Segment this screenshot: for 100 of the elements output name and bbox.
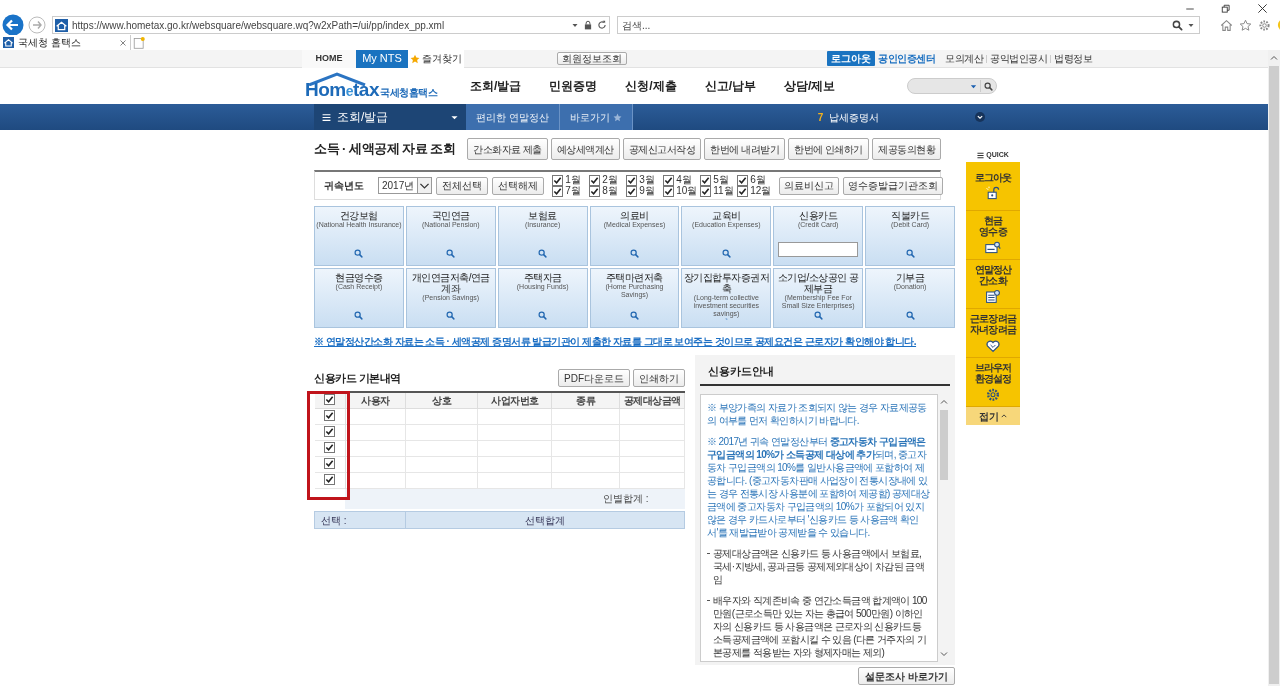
select-value[interactable]: 2017년: [379, 178, 418, 193]
month-checkbox[interactable]: [589, 185, 601, 197]
month-label: 2월: [602, 175, 618, 185]
month-checkbox[interactable]: [700, 174, 712, 186]
site-search-field[interactable]: [907, 78, 998, 94]
button[interactable]: 한번에 내려받기: [704, 138, 786, 160]
padlock-icon: [985, 184, 1001, 201]
button[interactable]: 인쇄하기: [633, 369, 685, 387]
month-checkbox[interactable]: [700, 185, 712, 197]
page-title: 소득 · 세액공제 자료 조회: [314, 140, 456, 159]
month-checkbox[interactable]: [552, 174, 564, 186]
year-select[interactable]: 2017년: [378, 177, 433, 194]
row-checkbox[interactable]: [324, 474, 336, 485]
collapse-button[interactable]: 접기: [966, 407, 1020, 425]
logo-name: 국세청홈택스: [380, 86, 437, 100]
button[interactable]: 전체선택: [436, 176, 489, 195]
row-checkbox[interactable]: [324, 410, 336, 421]
filter-label: 귀속년도: [324, 179, 364, 193]
month-checkbox[interactable]: [737, 174, 749, 186]
chevron-down-icon: [940, 649, 948, 658]
scroll-thumb[interactable]: [1269, 66, 1279, 684]
address-bar[interactable]: https://www.hometax.go.kr/websquare/websquare.wq?w2xPath=/ui/pp/index_pp.xml: [52, 16, 610, 34]
row-checkbox[interactable]: [324, 442, 336, 453]
top-link[interactable]: 모의계산: [945, 51, 983, 66]
button[interactable]: 간소화자료 제출: [467, 138, 548, 160]
button[interactable]: PDF다운로드: [558, 369, 630, 387]
tile-title: 직불카드: [891, 210, 930, 221]
close-icon[interactable]: [1257, 3, 1268, 14]
month-checkbox[interactable]: [663, 185, 675, 197]
quick-link[interactable]: 로그아웃: [966, 162, 1020, 211]
main-menu-item[interactable]: 조회/발급: [470, 77, 522, 95]
main-menu-item[interactable]: 상담/제보: [784, 77, 836, 95]
notice-link[interactable]: ※ 연말정산간소화 자료는 소득 · 세액공제 증명서류 발급기관이 제출한 자료를 그대로 보여주는 것이므로 공제요건은 근로자가 확인해야 합니다.: [314, 334, 955, 349]
row-checkbox[interactable]: [324, 458, 336, 469]
column-header: 사업자번호: [477, 392, 552, 409]
receipt-icon: [985, 239, 1001, 255]
button[interactable]: 선택해제: [492, 176, 545, 195]
button[interactable]: 의료비신고: [779, 176, 840, 195]
month-checkbox[interactable]: [626, 185, 638, 197]
chevron-down-icon: [417, 178, 432, 193]
search-field[interactable]: 검색...: [617, 16, 1200, 34]
button[interactable]: 회원정보조회: [557, 52, 627, 65]
tile-title: 소기업/소상공인 공제부금: [776, 272, 860, 294]
tile-title: 교육비: [712, 210, 741, 221]
caret-icon: [451, 113, 458, 121]
scroll-thumb[interactable]: [940, 409, 948, 480]
refresh-icon[interactable]: [597, 20, 607, 30]
month-label: 5월: [713, 175, 729, 185]
chevron-down-button[interactable]: [975, 112, 986, 122]
menu-dropdown[interactable]: 조회/발급: [314, 104, 466, 130]
button[interactable]: 예상세액계산: [550, 138, 620, 160]
restore-icon[interactable]: [1221, 3, 1231, 14]
bullet-mark: [707, 552, 710, 554]
back-button[interactable]: [2, 14, 24, 36]
month-checkbox[interactable]: [626, 174, 638, 186]
ticker-text[interactable]: 납세증명서: [829, 109, 880, 125]
main-menu-item[interactable]: 신청/제출: [625, 77, 677, 95]
url-text: https://www.hometax.go.kr/websquare/websquare.wq?w2xPath=/ui/pp/index_pp.xml: [72, 18, 445, 33]
main-menu-item[interactable]: 민원증명: [549, 77, 598, 95]
button[interactable]: 설문조사 바로가기: [858, 667, 955, 685]
home-icon[interactable]: [1220, 18, 1233, 32]
document-icon: [985, 288, 1001, 304]
button[interactable]: 제공동의현황: [872, 138, 941, 160]
site-icon: [55, 18, 68, 32]
row-checkbox[interactable]: [324, 426, 336, 437]
tile-title: 국민연금: [431, 210, 470, 221]
quick-link[interactable]: 근로장려금 자녀장려금: [966, 309, 1020, 358]
bullet-mark: [707, 599, 710, 601]
chevron-up-icon: [1001, 413, 1007, 419]
quick-link[interactable]: 현금 영수증: [966, 211, 1020, 260]
quick-link[interactable]: 연말정산 간소화: [966, 260, 1020, 309]
top-link[interactable]: 공익법인공시: [990, 51, 1047, 66]
scrollbar[interactable]: [1268, 50, 1280, 686]
month-checkbox[interactable]: [663, 174, 675, 186]
menu-label[interactable]: 조회/발급: [337, 108, 389, 126]
logout-button[interactable]: 로그아웃: [827, 51, 875, 66]
month-label: 12월: [750, 186, 772, 196]
button[interactable]: 한번에 인쇄하기: [788, 138, 869, 160]
tile-title: 장기집합투자증권저축: [683, 272, 770, 294]
guide-note: ※ 2017년 귀속 연말정산부터 중고자동차 구입금액은 구입금액의 10%가 소득공제 대상에 추가되며, 중고자동차 구입금액의 10%를 일반사용금액에 포함하여 제공합니다. (중고자동차판매 사업장이 전통시장내에 있는 경우 전통시장 사용분에 포함하여 제공함) 공제대상금액에 중고자동차 구입금액의 10%가 포함되어 있지 않은 경우 카드사로부터 '신용카드 등 사용금액 확인서'를 재발급받아 공제받을 수 있습니다.: [707, 434, 931, 539]
browser-tab[interactable]: 국세청 홈택스: [0, 35, 131, 50]
card-number-field[interactable]: [778, 242, 859, 257]
button[interactable]: 영수증발급기관조회: [843, 176, 944, 195]
heart-icon: [985, 337, 1001, 353]
main-menu-item[interactable]: 신고/납부: [704, 77, 757, 95]
month-checkbox[interactable]: [589, 174, 601, 186]
top-link[interactable]: 공인인증센터: [878, 51, 935, 66]
guide-bullet: 배우자와 직계존비속 중 연간소득금액 합계액이 100만원(근로소득만 있는 자는 총급여 500만원) 이하인 자의 신용카드 등 사용금액은 근로자의 신용카드등 소득공제금액에 포함시킬 수 있음 (다른 거주자의 기본공제를 적용받는 자와 형제자매는 제외): [713, 593, 928, 659]
top-link[interactable]: 법령정보: [1054, 51, 1092, 66]
star-icon[interactable]: [1239, 18, 1252, 32]
month-label: 10월: [676, 186, 698, 196]
settings-icon: [985, 386, 1001, 402]
month-checkbox[interactable]: [737, 185, 749, 197]
button[interactable]: 공제신고서작성: [622, 138, 702, 160]
select-all-checkbox[interactable]: [324, 394, 336, 405]
site-icon: [3, 37, 14, 48]
month-label: 11월: [713, 186, 734, 196]
tile-title: 주택자금: [523, 272, 562, 283]
month-checkbox[interactable]: [552, 185, 564, 197]
hometax-logo[interactable]: Hometax국세청홈택스: [305, 71, 437, 101]
